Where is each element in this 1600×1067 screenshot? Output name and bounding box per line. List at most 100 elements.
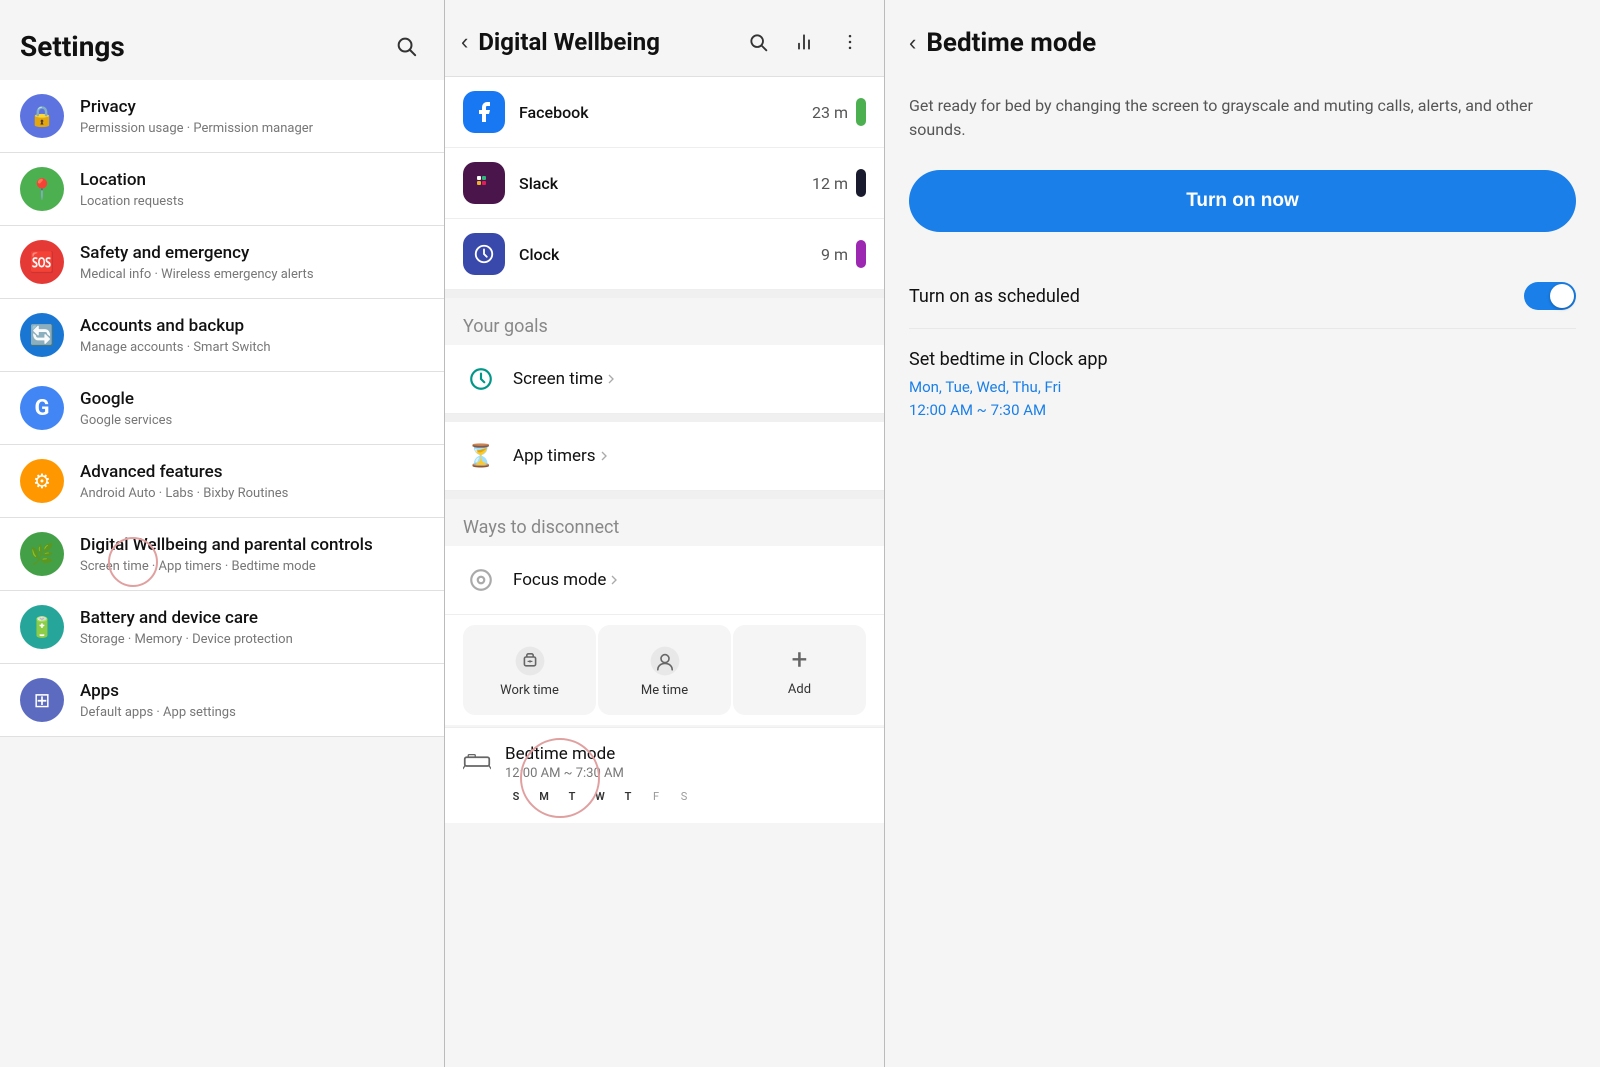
back-button-3[interactable]: ‹ [909, 30, 916, 56]
privacy-sublabel: Permission usage · Permission manager [80, 121, 424, 136]
accounts-sublabel: Manage accounts · Smart Switch [80, 340, 424, 355]
bedtime-mode-panel: ‹ Bedtime mode Get ready for bed by chan… [885, 0, 1600, 1067]
me-time-card[interactable]: Me time [598, 625, 731, 715]
focus-mode-label: Focus mode [513, 570, 606, 590]
privacy-label: Privacy [80, 96, 424, 118]
battery-label: Battery and device care [80, 607, 424, 629]
turn-on-button[interactable]: Turn on now [909, 170, 1576, 232]
facebook-icon [463, 91, 505, 133]
add-icon: + [792, 643, 808, 676]
google-label: Google [80, 388, 424, 410]
header-icons [388, 28, 424, 64]
add-label: Add [788, 682, 811, 697]
settings-item-apps[interactable]: ⊞AppsDefault apps · App settings [0, 664, 444, 737]
me-time-icon [649, 642, 681, 677]
chevron-right-icon-3 [606, 572, 622, 588]
focus-mode-item[interactable]: Focus mode [445, 546, 884, 615]
app-timers-item[interactable]: ⏳ App timers [445, 422, 884, 491]
settings-title: Settings [20, 30, 125, 63]
day-S-6: S [673, 785, 695, 807]
screen-time-item[interactable]: Screen time [445, 345, 884, 414]
work-time-card[interactable]: Work time [463, 625, 596, 715]
chevron-right-icon [603, 371, 619, 387]
stats-button[interactable] [786, 24, 822, 60]
battery-icon: 🔋 [20, 605, 64, 649]
day-W-3: W [589, 785, 611, 807]
settings-item-privacy[interactable]: 🔒 Privacy Permission usage · Permission ma… [0, 80, 444, 153]
advanced-sublabel: Android Auto · Labs · Bixby Routines [80, 486, 424, 501]
app-usage-list: Facebook23 m Slack12 mClock9 m [445, 77, 884, 290]
app-item-clock[interactable]: Clock9 m [445, 219, 884, 290]
settings-item-advanced[interactable]: ⚙Advanced featuresAndroid Auto · Labs · … [0, 445, 444, 518]
panel2-icons [740, 24, 868, 60]
day-M-1: M [533, 785, 555, 807]
settings-list: 🔒 Privacy Permission usage · Permission ma… [0, 80, 444, 737]
goals-section-header: Your goals [445, 298, 884, 345]
advanced-label: Advanced features [80, 461, 424, 483]
panel2-title: Digital Wellbeing [478, 28, 740, 56]
clock-time: 12:00 AM ~ 7:30 AM [909, 399, 1576, 422]
settings-item-safety[interactable]: 🆘Safety and emergencyMedical info · Wire… [0, 226, 444, 299]
more-button[interactable] [832, 24, 868, 60]
slack-usage-dot [856, 169, 866, 197]
panel3-content: Get ready for bed by changing the screen… [885, 74, 1600, 461]
bedtime-icon [463, 746, 491, 771]
bedtime-label: Bedtime mode [505, 744, 866, 764]
clock-icon [463, 233, 505, 275]
add-focus-card[interactable]: + Add [733, 625, 866, 715]
digital-sublabel: Screen time · App timers · Bedtime mode [80, 559, 424, 574]
digital-icon: 🌿 [20, 532, 64, 576]
clock-time: 9 m [821, 245, 848, 264]
accounts-icon: 🔄 [20, 313, 64, 357]
clock-name: Clock [519, 245, 821, 264]
clock-days: Mon, Tue, Wed, Thu, Fri [909, 376, 1576, 399]
divider-1 [445, 290, 884, 298]
digital-label: Digital Wellbeing and parental controls [80, 534, 424, 556]
clock-bar [856, 240, 866, 268]
facebook-usage-dot [856, 98, 866, 126]
battery-sublabel: Storage · Memory · Device protection [80, 632, 424, 647]
slack-icon [463, 162, 505, 204]
apps-label: Apps [80, 680, 424, 702]
clock-setting[interactable]: Set bedtime in Clock app Mon, Tue, Wed, … [909, 329, 1576, 441]
clock-usage-dot [856, 240, 866, 268]
app-timers-icon: ⏳ [463, 438, 499, 474]
chevron-right-icon-2 [596, 448, 612, 464]
settings-item-battery[interactable]: 🔋 Battery and device care Storage · Memory… [0, 591, 444, 664]
schedule-toggle[interactable] [1524, 282, 1576, 310]
settings-header: Settings [0, 0, 444, 80]
day-F-5: F [645, 785, 667, 807]
divider-3 [445, 491, 884, 499]
settings-panel: Settings 🔒 Privacy Permission usage · Perm… [0, 0, 445, 1067]
me-time-label: Me time [641, 683, 688, 698]
focus-grid: Work time Me time + Add [445, 615, 884, 725]
settings-item-digital[interactable]: 🌿 Digital Wellbeing and parental controls… [0, 518, 444, 591]
safety-icon: 🆘 [20, 240, 64, 284]
day-S-0: S [505, 785, 527, 807]
disconnect-section-header: Ways to disconnect [445, 499, 884, 546]
screen-time-label: Screen time [513, 369, 603, 389]
app-item-facebook[interactable]: Facebook23 m [445, 77, 884, 148]
bedtime-text: Bedtime mode 12:00 AM ~ 7:30 AM SMTWTFS [505, 744, 866, 807]
google-icon: G [20, 386, 64, 430]
day-T-2: T [561, 785, 583, 807]
app-item-slack[interactable]: Slack12 m [445, 148, 884, 219]
app-timers-label: App timers [513, 446, 596, 466]
google-sublabel: Google services [80, 413, 424, 428]
schedule-setting-row: Turn on as scheduled [909, 264, 1576, 329]
screen-time-icon [463, 361, 499, 397]
focus-mode-icon [463, 562, 499, 598]
safety-label: Safety and emergency [80, 242, 424, 264]
settings-item-location[interactable]: 📍LocationLocation requests [0, 153, 444, 226]
search-button[interactable] [388, 28, 424, 64]
bedtime-days-row: SMTWTFS [505, 785, 866, 807]
slack-name: Slack [519, 174, 812, 193]
work-time-icon [514, 642, 546, 677]
bedtime-mode-item[interactable]: Bedtime mode 12:00 AM ~ 7:30 AM SMTWTFS [445, 727, 884, 823]
settings-item-accounts[interactable]: 🔄Accounts and backupManage accounts · Sm… [0, 299, 444, 372]
panel3-title: Bedtime mode [926, 28, 1096, 58]
privacy-icon: 🔒 [20, 94, 64, 138]
settings-item-google[interactable]: G Google Google services [0, 372, 444, 445]
search-button-2[interactable] [740, 24, 776, 60]
back-button[interactable]: ‹ [461, 29, 468, 55]
